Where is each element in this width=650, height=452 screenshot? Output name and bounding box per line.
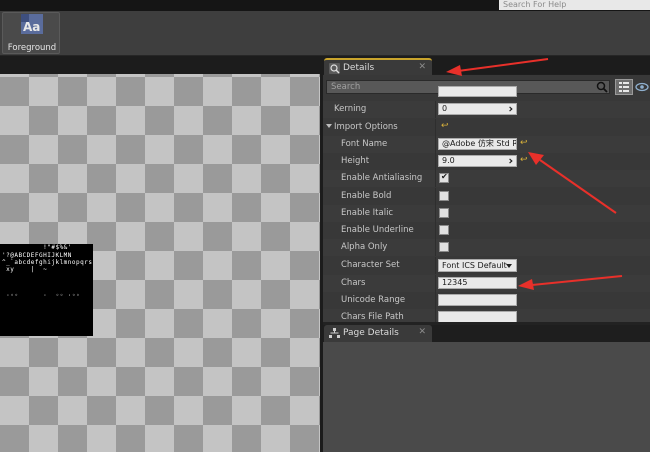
search-help-input[interactable]: Search For Help bbox=[499, 0, 650, 10]
category-import-options[interactable]: Import Options ↩ bbox=[323, 119, 650, 136]
chars-input[interactable]: 12345 bbox=[438, 277, 517, 289]
foreground-button[interactable]: Aa Foreground bbox=[2, 12, 60, 54]
close-icon[interactable]: ✕ bbox=[418, 327, 426, 337]
enable-italic-checkbox[interactable] bbox=[439, 208, 449, 218]
property-label: Font Name bbox=[341, 139, 388, 149]
details-magnifier-icon bbox=[329, 63, 340, 74]
property-row-height: Height 9.0 ↩ bbox=[323, 153, 650, 170]
tab-page-details[interactable]: Page Details ✕ bbox=[324, 325, 432, 342]
font-name-input[interactable]: @Adobe 仿宋 Std R bbox=[438, 138, 517, 150]
enable-underline-checkbox[interactable] bbox=[439, 225, 449, 235]
foreground-label: Foreground bbox=[7, 43, 57, 53]
property-label: Chars bbox=[341, 278, 366, 288]
reset-to-default-icon[interactable]: ↩ bbox=[441, 121, 449, 131]
property-label: Alpha Only bbox=[341, 242, 388, 252]
character-set-dropdown[interactable]: Font ICS Default bbox=[438, 259, 517, 272]
property-row-kerning: Kerning 0 bbox=[323, 101, 650, 118]
atlas-line: ·◦◦ · ◦◦ ·◦◦ bbox=[2, 292, 81, 299]
property-row-enable-bold: Enable Bold bbox=[323, 188, 650, 205]
property-row-chars: Chars 12345 bbox=[323, 275, 650, 292]
property-label: Enable Underline bbox=[341, 225, 414, 235]
atlas-line: !"#$%&' bbox=[2, 244, 72, 251]
value-field-partial[interactable] bbox=[438, 86, 517, 97]
atlas-line: '?@ABCDEFGHIJKLMN bbox=[2, 252, 72, 259]
property-label: Enable Bold bbox=[341, 191, 392, 201]
spin-arrows-icon[interactable] bbox=[507, 106, 513, 112]
hierarchy-icon bbox=[329, 328, 340, 338]
property-row-enable-italic: Enable Italic bbox=[323, 205, 650, 222]
property-label: Kerning bbox=[334, 104, 367, 114]
tab-details[interactable]: Details ✕ bbox=[324, 58, 432, 75]
font-aa-icon: Aa bbox=[21, 14, 43, 34]
reset-to-default-icon[interactable]: ↩ bbox=[520, 155, 528, 165]
property-label: Chars File Path bbox=[341, 312, 404, 322]
property-row-enable-antialiasing: Enable Antialiasing bbox=[323, 170, 650, 187]
chars-file-path-input[interactable] bbox=[438, 311, 517, 322]
enable-antialiasing-checkbox[interactable] bbox=[439, 172, 449, 183]
property-row-chars-file-path: Chars File Path bbox=[323, 309, 650, 322]
spin-arrows-icon[interactable] bbox=[507, 158, 513, 164]
alpha-only-checkbox[interactable] bbox=[439, 242, 449, 252]
property-row-partial bbox=[323, 86, 650, 99]
svg-text:Aa: Aa bbox=[23, 20, 40, 34]
property-row-unicode-range: Unicode Range bbox=[323, 292, 650, 309]
expand-arrow-icon[interactable] bbox=[326, 124, 332, 128]
property-row-font-name: Font Name @Adobe 仿宋 Std R ↩ bbox=[323, 136, 650, 153]
property-label: Unicode Range bbox=[341, 295, 406, 305]
height-input[interactable]: 9.0 bbox=[438, 155, 517, 167]
close-icon[interactable]: ✕ bbox=[418, 62, 426, 72]
property-row-alpha-only: Alpha Only bbox=[323, 239, 650, 256]
property-row-enable-underline: Enable Underline bbox=[323, 222, 650, 239]
property-label: Height bbox=[341, 156, 370, 166]
kerning-input[interactable]: 0 bbox=[438, 103, 517, 115]
font-texture-atlas: !"#$%&' '?@ABCDEFGHIJKLMN ^_`abcdefghijk… bbox=[0, 244, 93, 336]
unicode-range-input[interactable] bbox=[438, 294, 517, 306]
toolbar bbox=[0, 11, 650, 56]
property-label: Enable Antialiasing bbox=[341, 173, 423, 183]
property-label: Enable Italic bbox=[341, 208, 394, 218]
tab-page-details-label: Page Details bbox=[343, 328, 399, 338]
page-details-panel bbox=[323, 342, 650, 452]
enable-bold-checkbox[interactable] bbox=[439, 191, 449, 201]
tab-details-label: Details bbox=[343, 63, 375, 73]
property-label: Character Set bbox=[341, 260, 400, 270]
reset-to-default-icon[interactable]: ↩ bbox=[520, 138, 528, 148]
atlas-line bbox=[2, 280, 6, 287]
property-row-character-set: Character Set Font ICS Default bbox=[323, 257, 650, 274]
atlas-line: ^_`abcdefghijklmnopqrs bbox=[2, 259, 93, 266]
category-label: Import Options bbox=[334, 122, 398, 132]
chevron-down-icon bbox=[506, 264, 512, 268]
atlas-line: xy | ~ bbox=[2, 266, 48, 273]
